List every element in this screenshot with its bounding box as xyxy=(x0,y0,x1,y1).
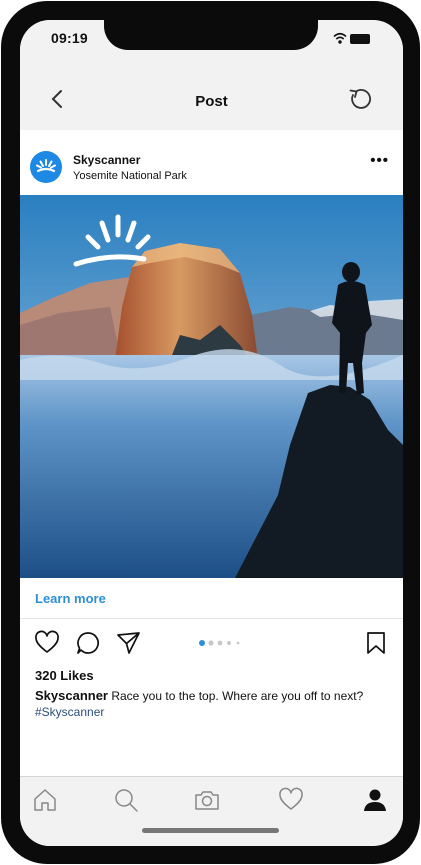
top-nav-bar: Post xyxy=(20,64,403,130)
home-indicator xyxy=(142,828,279,833)
likes-count[interactable]: 320 Likes xyxy=(35,668,94,683)
yosemite-half-dome-photo xyxy=(20,195,403,578)
home-icon[interactable] xyxy=(32,787,58,813)
search-icon[interactable] xyxy=(113,787,139,813)
caption-text: Race you to the top. Where are you off t… xyxy=(108,689,364,703)
activity-heart-icon[interactable] xyxy=(278,787,304,813)
account-name[interactable]: Skyscanner xyxy=(73,153,140,167)
more-options-button[interactable]: ••• xyxy=(370,153,389,168)
wifi-battery-icon xyxy=(333,32,370,44)
carousel-indicator xyxy=(199,640,240,646)
learn-more-link[interactable]: Learn more xyxy=(35,591,106,606)
post-image[interactable] xyxy=(20,195,403,578)
avatar[interactable] xyxy=(30,151,62,183)
bottom-tab-bar xyxy=(20,776,403,846)
bookmark-icon[interactable] xyxy=(363,630,389,656)
learn-more-bar[interactable]: Learn more xyxy=(20,578,403,619)
status-time: 09:19 xyxy=(51,30,88,46)
skyscanner-logo-icon xyxy=(36,159,56,173)
comment-icon[interactable] xyxy=(75,630,101,656)
page-title: Post xyxy=(195,93,228,110)
location-tag[interactable]: Yosemite National Park xyxy=(73,170,187,182)
refresh-icon[interactable] xyxy=(347,86,373,112)
hashtag-link[interactable]: #Skyscanner xyxy=(35,704,395,720)
device-notch xyxy=(104,20,318,50)
share-send-icon[interactable] xyxy=(115,630,141,656)
caption-username[interactable]: Skyscanner xyxy=(35,688,108,703)
post-caption: Skyscanner Race you to the top. Where ar… xyxy=(35,688,395,720)
camera-icon[interactable] xyxy=(194,787,220,813)
like-heart-icon[interactable] xyxy=(34,630,60,656)
phone-frame: 09:19 Post Skyscanner Yosemite National … xyxy=(1,1,420,864)
post-header: Skyscanner Yosemite National Park ••• xyxy=(20,130,403,195)
post-actions xyxy=(20,620,403,668)
screen: 09:19 Post Skyscanner Yosemite National … xyxy=(20,20,403,846)
profile-icon[interactable] xyxy=(362,787,388,813)
